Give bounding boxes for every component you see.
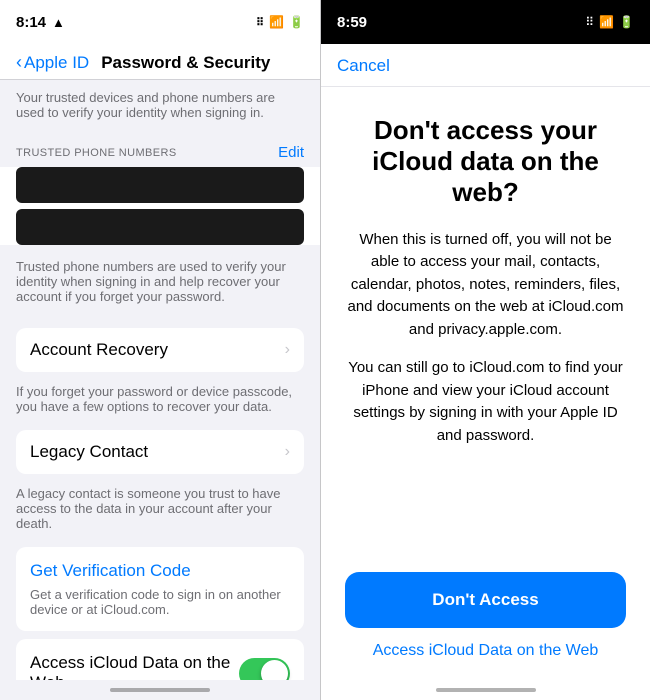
trusted-description: Your trusted devices and phone numbers a… — [0, 80, 320, 128]
right-wifi-icon: 📶 — [599, 15, 614, 29]
home-bar — [110, 688, 210, 692]
modal-body-2: You can still go to iCloud.com to find y… — [345, 357, 626, 447]
edit-button[interactable]: Edit — [278, 144, 304, 161]
right-nav: Cancel — [321, 44, 650, 87]
account-recovery-item[interactable]: Account Recovery › — [16, 328, 304, 372]
right-time: 8:59 — [337, 14, 367, 31]
left-scroll-content[interactable]: Your trusted devices and phone numbers a… — [0, 80, 320, 680]
right-battery-icon: 🔋 — [619, 15, 634, 29]
modal-body-1: When this is turned off, you will not be… — [345, 229, 626, 342]
cancel-button[interactable]: Cancel — [337, 56, 390, 75]
right-status-icons: ⠿ 📶 🔋 — [585, 15, 634, 29]
access-icloud-link[interactable]: Access iCloud Data on the Web — [345, 642, 626, 660]
grid-icon: ⠿ — [256, 16, 264, 29]
toggle-row: Access iCloud Data on the Web — [30, 653, 290, 680]
trusted-header: TRUSTED PHONE NUMBERS Edit — [0, 128, 320, 167]
right-status-bar: 8:59 ⠿ 📶 🔋 — [321, 0, 650, 44]
right-panel: 8:59 ⠿ 📶 🔋 Cancel Don't access your iClo… — [320, 0, 650, 700]
right-home-indicator — [321, 680, 650, 700]
left-home-indicator — [0, 680, 320, 700]
wifi-icon: 📶 — [269, 15, 284, 29]
left-time: 8:14 ▲ — [16, 14, 65, 31]
dont-access-button[interactable]: Don't Access — [345, 572, 626, 628]
left-nav-bar: ‹ Apple ID Password & Security — [0, 44, 320, 80]
modal-spacer — [345, 463, 626, 572]
legacy-contact-desc: A legacy contact is someone you trust to… — [0, 482, 320, 539]
back-button[interactable]: ‹ Apple ID — [16, 52, 89, 73]
toggle-label: Access iCloud Data on the Web — [30, 653, 239, 680]
phone-entry-1 — [16, 167, 304, 203]
left-status-icons: ⠿ 📶 🔋 — [256, 15, 304, 29]
nav-title: Password & Security — [101, 53, 270, 73]
toggle-card: Access iCloud Data on the Web When this … — [16, 639, 304, 680]
phone-card — [0, 167, 320, 245]
legacy-contact-card: Legacy Contact › — [16, 430, 304, 474]
account-recovery-card: Account Recovery › — [16, 328, 304, 372]
battery-icon: 🔋 — [289, 15, 304, 29]
legacy-contact-label: Legacy Contact — [30, 442, 148, 462]
verification-card: Get Verification Code Get a verification… — [16, 547, 304, 631]
legacy-contact-item[interactable]: Legacy Contact › — [16, 430, 304, 474]
verification-desc: Get a verification code to sign in on an… — [30, 587, 290, 617]
phone-entry-2 — [16, 209, 304, 245]
left-panel: 8:14 ▲ ⠿ 📶 🔋 ‹ Apple ID Password & Secur… — [0, 0, 320, 700]
right-home-bar — [436, 688, 536, 692]
chevron-right-icon: › — [285, 341, 290, 359]
left-status-bar: 8:14 ▲ ⠿ 📶 🔋 — [0, 0, 320, 44]
modal-title: Don't access your iCloud data on the web… — [345, 115, 626, 209]
location-icon: ▲ — [52, 15, 65, 30]
account-recovery-desc: If you forget your password or device pa… — [0, 380, 320, 422]
toggle-switch[interactable] — [239, 658, 290, 681]
verification-link[interactable]: Get Verification Code — [30, 561, 290, 581]
phone-footer: Trusted phone numbers are used to verify… — [0, 251, 320, 320]
right-grid-icon: ⠿ — [585, 15, 594, 29]
chevron-left-icon: ‹ — [16, 52, 22, 73]
account-recovery-label: Account Recovery — [30, 340, 168, 360]
chevron-right-icon-2: › — [285, 443, 290, 461]
right-content: Don't access your iCloud data on the web… — [321, 87, 650, 680]
left-nav-row: ‹ Apple ID Password & Security — [16, 52, 304, 73]
toggle-knob — [261, 660, 288, 681]
